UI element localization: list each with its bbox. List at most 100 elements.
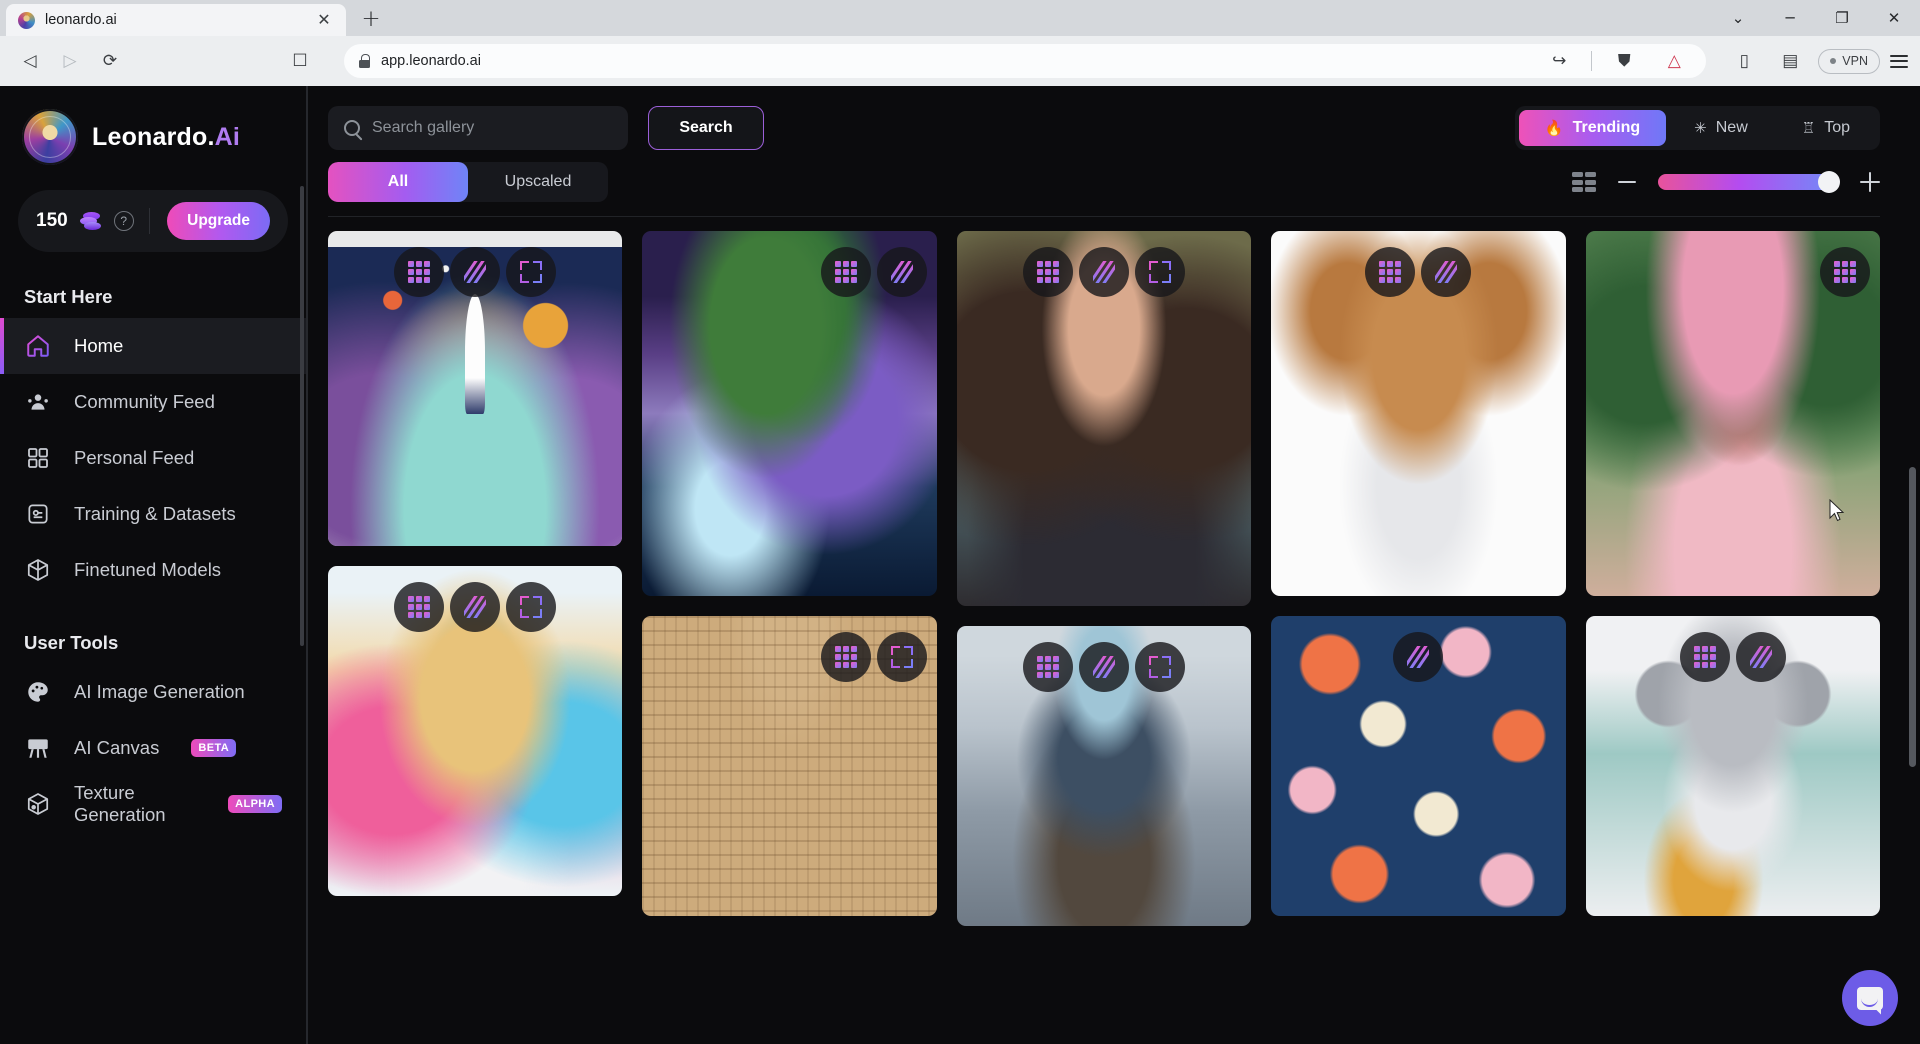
card-actions (1586, 632, 1880, 682)
search-button[interactable]: Search (648, 106, 764, 150)
remix-icon[interactable] (394, 582, 445, 632)
motion-icon[interactable] (1079, 247, 1130, 297)
share-icon[interactable]: ↪ (1541, 43, 1577, 79)
tab-trending[interactable]: 🔥 Trending (1518, 110, 1667, 146)
sidebar-item-finetuned-models[interactable]: Finetuned Models (0, 542, 306, 598)
gallery-card[interactable] (328, 566, 623, 896)
sidebar-item-texture-generation[interactable]: Texture Generation ALPHA (0, 776, 306, 832)
maximize-icon[interactable]: ❐ (1816, 0, 1868, 36)
gallery-card[interactable] (642, 616, 937, 916)
gallery-card[interactable] (1585, 616, 1881, 916)
mouse-cursor (1829, 499, 1845, 522)
motion-icon[interactable] (450, 247, 501, 297)
expand-icon[interactable] (1135, 642, 1186, 692)
reload-icon[interactable]: ⟳ (92, 43, 128, 79)
tab-new[interactable]: ✳ New (1668, 110, 1774, 146)
gallery-card[interactable] (1271, 231, 1566, 596)
trophy-icon: ♖ (1801, 120, 1816, 137)
browser-actions: ▯ ▤ VPN (1726, 43, 1908, 79)
gallery-card[interactable] (1585, 231, 1881, 596)
sidebar-item-community-feed[interactable]: Community Feed (0, 374, 306, 430)
motion-icon[interactable] (1735, 632, 1786, 682)
home-icon (24, 332, 52, 360)
sidebar-item-label: Training & Datasets (74, 503, 236, 524)
motion-icon[interactable] (876, 247, 927, 297)
close-icon[interactable]: ✕ (314, 10, 334, 30)
help-icon[interactable]: ? (113, 211, 134, 231)
section-label-user-tools: User Tools (24, 632, 119, 653)
motion-icon[interactable] (1393, 632, 1444, 682)
filter-tabs: All Upscaled (328, 162, 608, 202)
bookmark-icon[interactable]: ☐ (282, 43, 318, 79)
gallery-card[interactable] (956, 231, 1252, 606)
sidebar-item-ai-image-generation[interactable]: AI Image Generation (0, 664, 306, 720)
remix-icon[interactable] (1820, 247, 1871, 297)
palette-icon (24, 678, 52, 706)
remix-icon[interactable] (1023, 642, 1074, 692)
gallery-scrollbar[interactable] (1909, 467, 1916, 767)
status-badge: BETA (191, 739, 237, 757)
menu-icon[interactable] (1890, 54, 1908, 68)
address-bar[interactable]: app.leonardo.ai ↪ ⛊ △ (344, 43, 1707, 79)
sidebar-item-home[interactable]: Home (0, 318, 306, 374)
motion-icon[interactable] (1079, 642, 1130, 692)
new-tab-button[interactable]: + (354, 4, 388, 34)
leonardo-favicon-icon (18, 11, 35, 29)
motion-icon[interactable] (1421, 247, 1472, 297)
tab-upscaled[interactable]: Upscaled (468, 162, 608, 202)
sidebar-scrollbar[interactable] (300, 186, 304, 646)
sidebar-item-ai-canvas[interactable]: AI Canvas BETA (0, 720, 306, 776)
card-actions (1271, 632, 1565, 682)
tab-top[interactable]: ♖ Top (1776, 110, 1876, 146)
chevron-down-icon[interactable]: ⌄ (1712, 0, 1764, 36)
zoom-in-button[interactable] (1860, 172, 1880, 192)
minimize-icon[interactable]: ─ (1764, 0, 1816, 36)
credit-amount: 150 (36, 210, 68, 231)
brave-rewards-icon[interactable]: △ (1656, 43, 1692, 79)
browser-navbar: ◁ ▷ ⟳ ☐ app.leonardo.ai ↪ ⛊ △ ▯ ▤ VPN (0, 36, 1920, 86)
gallery-card[interactable] (328, 231, 623, 546)
expand-icon[interactable] (876, 632, 927, 682)
layout-grid-icon[interactable] (1572, 172, 1596, 192)
sidebar-item-label: Community Feed (74, 391, 215, 412)
back-icon[interactable]: ◁ (12, 43, 48, 79)
sidebar-item-training-datasets[interactable]: Training & Datasets (0, 486, 306, 542)
gallery-card[interactable] (956, 626, 1252, 926)
zoom-slider[interactable] (1658, 171, 1840, 193)
sidebar-toggle-icon[interactable]: ▯ (1726, 43, 1762, 79)
remix-icon[interactable] (394, 247, 445, 297)
motion-icon[interactable] (450, 582, 501, 632)
expand-icon[interactable] (1135, 247, 1186, 297)
brand[interactable]: Leonardo.Ai (0, 104, 306, 170)
remix-icon[interactable] (1365, 247, 1416, 297)
brave-shield-icon[interactable]: ⛊ (1606, 43, 1642, 79)
zoom-out-button[interactable] (1618, 180, 1636, 184)
expand-icon[interactable] (506, 247, 557, 297)
browser-tab[interactable]: leonardo.ai ✕ (6, 4, 346, 36)
lock-icon (358, 54, 371, 68)
divider (1591, 51, 1593, 71)
remix-icon[interactable] (1679, 632, 1730, 682)
gallery-card[interactable] (1271, 616, 1566, 916)
gallery-card[interactable] (642, 231, 937, 596)
expand-icon[interactable] (506, 582, 557, 632)
sidebar-item-personal-feed[interactable]: Personal Feed (0, 430, 306, 486)
chat-bubble-icon[interactable] (1842, 970, 1898, 1026)
sidebar-item-label: AI Canvas (74, 737, 160, 758)
section-label-start-here: Start Here (24, 286, 113, 307)
forward-icon[interactable]: ▷ (52, 43, 88, 79)
upgrade-button[interactable]: Upgrade (167, 202, 270, 240)
remix-icon[interactable] (820, 247, 871, 297)
sort-segmented-control: 🔥 Trending ✳ New ♖ Top (1514, 106, 1880, 150)
window-close-icon[interactable]: ✕ (1868, 0, 1920, 36)
credits-panel: 150 ? Upgrade (18, 190, 288, 252)
wallet-icon[interactable]: ▤ (1772, 43, 1808, 79)
tab-all[interactable]: All (328, 162, 468, 202)
leonardo-app: Leonardo.Ai 150 ? Upgrade Start Here Hom… (0, 86, 1920, 1044)
slider-knob[interactable] (1818, 171, 1840, 193)
card-actions (642, 247, 936, 297)
search-input[interactable]: Search gallery (328, 106, 628, 150)
vpn-button[interactable]: VPN (1818, 48, 1880, 74)
remix-icon[interactable] (1023, 247, 1074, 297)
remix-icon[interactable] (820, 632, 871, 682)
